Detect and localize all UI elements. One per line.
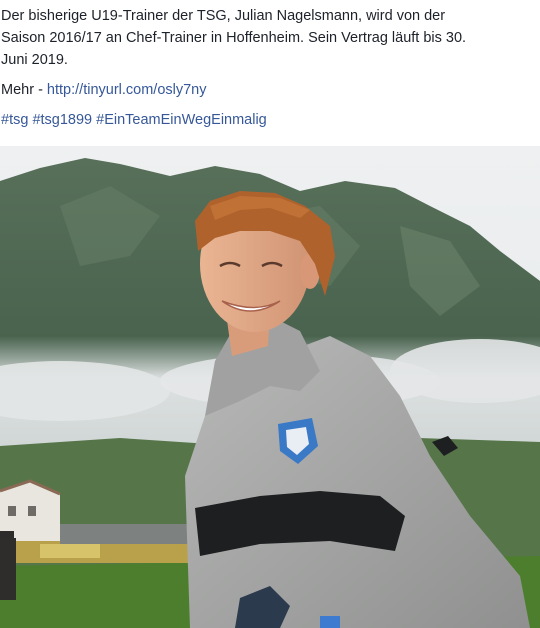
more-link[interactable]: http://tinyurl.com/osly7ny bbox=[47, 82, 207, 98]
more-line: Mehr - http://tinyurl.com/osly7ny bbox=[0, 79, 540, 101]
post-body: Der bisherige U19-Trainer der TSG, Julia… bbox=[0, 5, 540, 71]
hashtag-line: #tsg #tsg1899 #EinTeamEinWegEinmalig bbox=[0, 109, 540, 131]
post-photo[interactable] bbox=[0, 146, 540, 628]
post-text: Der bisherige U19-Trainer der TSG, Julia… bbox=[0, 0, 540, 131]
more-prefix: Mehr - bbox=[1, 82, 47, 98]
hashtag-einteameinwegeinmalig[interactable]: #EinTeamEinWegEinmalig bbox=[96, 112, 267, 128]
hashtag-tsg[interactable]: #tsg bbox=[1, 112, 28, 128]
post-body-line-2: Saison 2016/17 an Chef-Trainer in Hoffen… bbox=[1, 30, 467, 46]
hashtag-tsg1899[interactable]: #tsg1899 bbox=[32, 112, 92, 128]
post-body-line-1: Der bisherige U19-Trainer der TSG, Julia… bbox=[1, 8, 446, 24]
post-body-line-3: Juni 2019. bbox=[1, 52, 68, 68]
